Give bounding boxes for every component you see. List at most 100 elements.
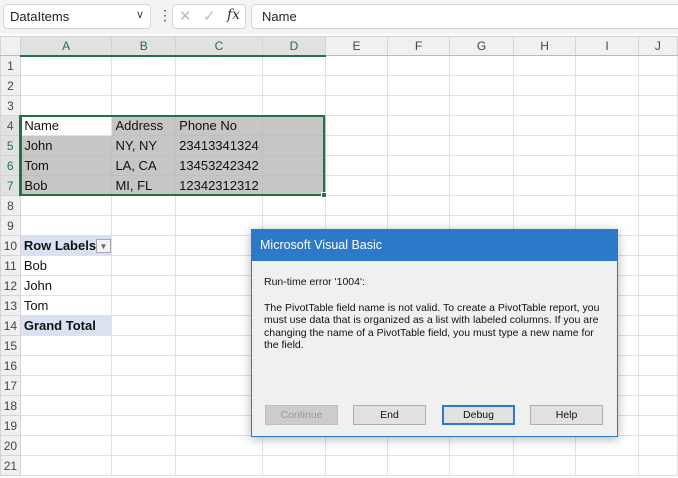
cell-H8[interactable] xyxy=(512,195,577,216)
cell-I2[interactable] xyxy=(575,75,639,96)
cell-B19[interactable] xyxy=(111,415,177,436)
cell-A1[interactable] xyxy=(19,55,113,76)
row-header-11[interactable]: 11 xyxy=(0,255,21,276)
cell-F7[interactable] xyxy=(386,175,451,196)
column-header-I[interactable]: I xyxy=(575,36,639,56)
cell-F3[interactable] xyxy=(386,95,451,116)
cell-J16[interactable] xyxy=(637,355,678,376)
cell-B18[interactable] xyxy=(111,395,177,416)
cell-B4[interactable]: Address xyxy=(111,115,177,136)
cell-C5[interactable]: 23413341324 xyxy=(175,135,263,156)
enter-icon[interactable]: ✓ xyxy=(203,7,216,25)
cell-H2[interactable] xyxy=(512,75,577,96)
cell-A3[interactable] xyxy=(19,95,113,116)
cell-A7[interactable]: Bob xyxy=(19,175,113,196)
cell-I21[interactable] xyxy=(575,455,639,476)
cell-H5[interactable] xyxy=(512,135,577,156)
cell-D21[interactable] xyxy=(261,455,327,476)
cell-J19[interactable] xyxy=(637,415,678,436)
cell-J3[interactable] xyxy=(637,95,678,116)
column-header-C[interactable]: C xyxy=(175,36,263,57)
select-all-corner[interactable] xyxy=(0,36,21,56)
cell-A18[interactable] xyxy=(19,395,113,416)
cell-I20[interactable] xyxy=(575,435,639,456)
insert-function-icon[interactable]: fx xyxy=(227,7,240,23)
more-options-icon[interactable]: ⋮ xyxy=(158,7,172,24)
cell-C2[interactable] xyxy=(175,75,263,96)
cell-H1[interactable] xyxy=(512,55,577,76)
fill-handle[interactable] xyxy=(321,192,327,198)
cell-C17[interactable] xyxy=(175,375,263,396)
cell-C16[interactable] xyxy=(175,355,263,376)
cell-D1[interactable] xyxy=(261,55,327,76)
cell-A5[interactable]: John xyxy=(19,135,113,156)
cell-G21[interactable] xyxy=(449,455,514,476)
cell-C15[interactable] xyxy=(175,335,263,356)
column-header-A[interactable]: A xyxy=(19,36,113,57)
row-header-3[interactable]: 3 xyxy=(0,95,21,116)
column-header-J[interactable]: J xyxy=(637,36,678,56)
cell-C6[interactable]: 13453242342 xyxy=(175,155,263,176)
cell-J13[interactable] xyxy=(637,295,678,316)
row-header-17[interactable]: 17 xyxy=(0,375,21,396)
cell-J6[interactable] xyxy=(637,155,678,176)
cell-A2[interactable] xyxy=(19,75,113,96)
column-header-E[interactable]: E xyxy=(325,36,388,56)
cell-C4[interactable]: Phone No xyxy=(175,115,263,136)
row-header-1[interactable]: 1 xyxy=(0,55,21,76)
cell-A15[interactable] xyxy=(19,335,113,356)
cell-D8[interactable] xyxy=(261,195,327,216)
help-button[interactable]: Help xyxy=(530,405,603,425)
column-header-F[interactable]: F xyxy=(386,36,451,56)
cell-D6[interactable] xyxy=(261,155,327,176)
row-header-15[interactable]: 15 xyxy=(0,335,21,356)
cell-F4[interactable] xyxy=(386,115,451,136)
cell-I3[interactable] xyxy=(575,95,639,116)
cell-A20[interactable] xyxy=(19,435,113,456)
row-header-12[interactable]: 12 xyxy=(0,275,21,296)
cell-B17[interactable] xyxy=(111,375,177,396)
row-header-8[interactable]: 8 xyxy=(0,195,21,216)
cell-G8[interactable] xyxy=(449,195,514,216)
row-header-14[interactable]: 14 xyxy=(0,315,21,336)
cell-J4[interactable] xyxy=(637,115,678,136)
row-header-18[interactable]: 18 xyxy=(0,395,21,416)
cell-C3[interactable] xyxy=(175,95,263,116)
column-header-B[interactable]: B xyxy=(111,36,177,57)
cell-B21[interactable] xyxy=(111,455,177,476)
row-header-16[interactable]: 16 xyxy=(0,355,21,376)
cell-G3[interactable] xyxy=(449,95,514,116)
cell-C21[interactable] xyxy=(175,455,263,476)
cell-H6[interactable] xyxy=(512,155,577,176)
column-header-H[interactable]: H xyxy=(512,36,577,56)
row-header-4[interactable]: 4 xyxy=(0,115,22,136)
cell-J11[interactable] xyxy=(637,255,678,276)
cell-J5[interactable] xyxy=(637,135,678,156)
cell-A19[interactable] xyxy=(19,415,113,436)
cell-C1[interactable] xyxy=(175,55,263,76)
cell-C7[interactable]: 12342312312 xyxy=(175,175,263,196)
cell-D3[interactable] xyxy=(261,95,327,116)
cell-I1[interactable] xyxy=(575,55,639,76)
cancel-icon[interactable]: ✕ xyxy=(179,7,192,25)
cell-F5[interactable] xyxy=(386,135,451,156)
cell-E3[interactable] xyxy=(325,95,388,116)
cell-B10[interactable] xyxy=(111,235,177,256)
cell-A21[interactable] xyxy=(19,455,113,476)
cell-J14[interactable] xyxy=(637,315,678,336)
row-header-2[interactable]: 2 xyxy=(0,75,21,96)
cell-E7[interactable] xyxy=(325,175,388,196)
cell-I8[interactable] xyxy=(575,195,639,216)
cell-A14[interactable]: Grand Total xyxy=(19,315,113,336)
row-header-19[interactable]: 19 xyxy=(0,415,21,436)
column-header-G[interactable]: G xyxy=(449,36,514,56)
cell-C8[interactable] xyxy=(175,195,263,216)
cell-C14[interactable] xyxy=(175,315,263,336)
cell-B2[interactable] xyxy=(111,75,177,96)
cell-C13[interactable] xyxy=(175,295,263,316)
cell-I4[interactable] xyxy=(575,115,639,136)
row-header-7[interactable]: 7 xyxy=(0,175,22,196)
cell-B1[interactable] xyxy=(111,55,177,76)
cell-J9[interactable] xyxy=(637,215,678,236)
cell-B20[interactable] xyxy=(111,435,177,456)
